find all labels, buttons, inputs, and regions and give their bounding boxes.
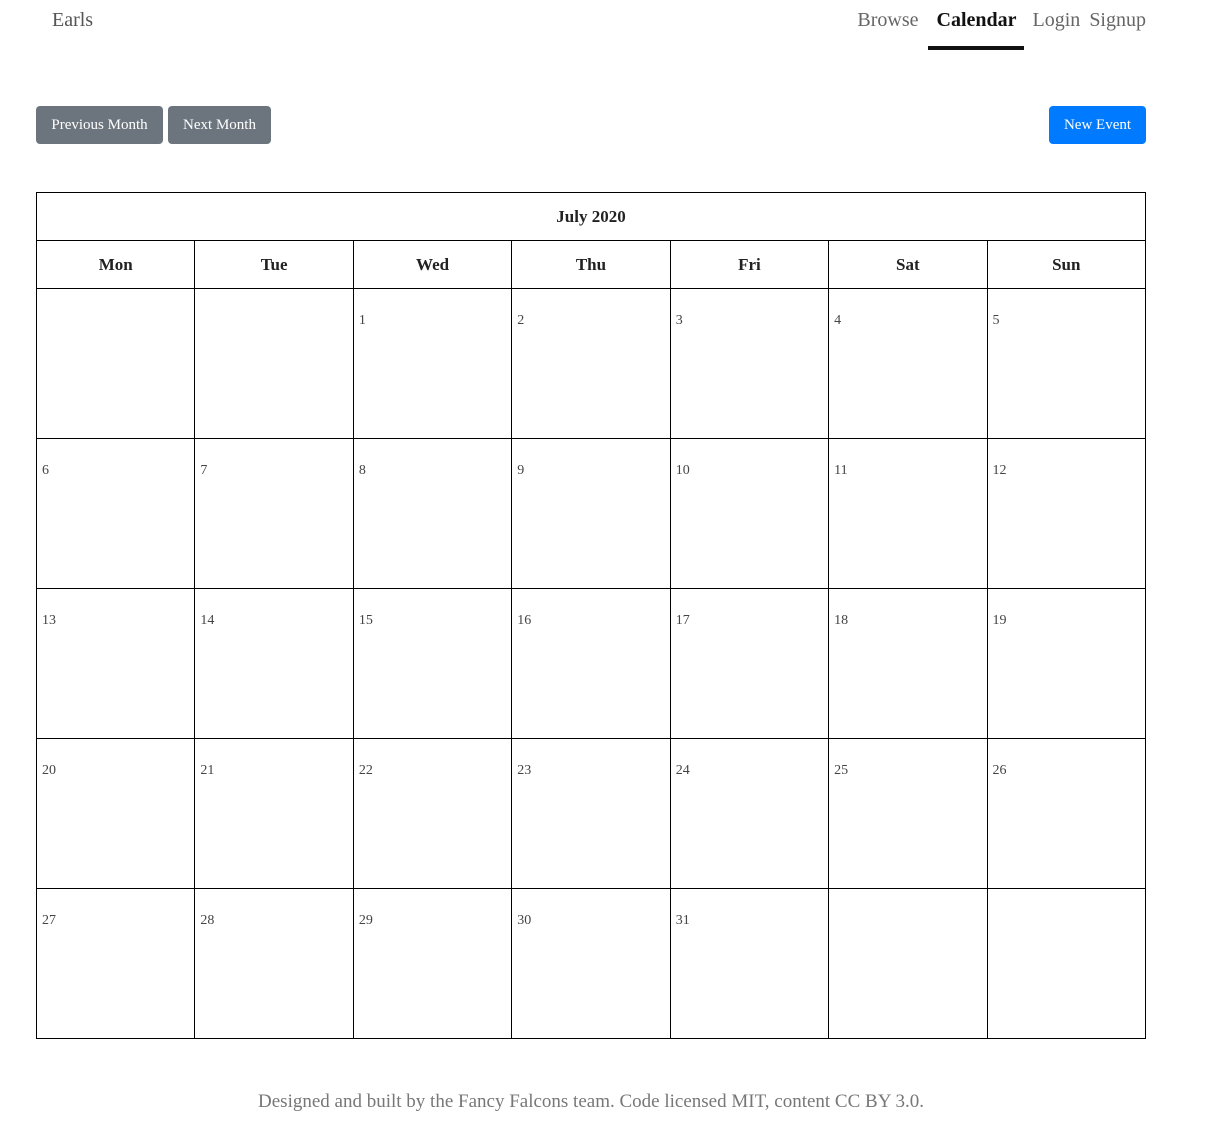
day-cell[interactable]: 3 bbox=[669, 288, 830, 439]
day-number: 7 bbox=[200, 463, 208, 478]
day-cell[interactable] bbox=[828, 888, 988, 1039]
day-number: 1 bbox=[358, 313, 366, 328]
nav-calendar[interactable]: Calendar bbox=[927, 9, 1024, 50]
day-cell[interactable]: 31 bbox=[669, 888, 830, 1039]
calendar-week-row: 6 7 8 9 10 11 12 bbox=[35, 438, 1147, 589]
next-month-button[interactable]: Next Month bbox=[168, 106, 271, 144]
weekday-header-row: Mon Tue Wed Thu Fri Sat Sun bbox=[35, 240, 1147, 289]
weekday-header: Wed bbox=[352, 240, 513, 289]
day-number: 8 bbox=[358, 463, 366, 478]
day-cell[interactable]: 6 bbox=[35, 438, 196, 589]
day-number: 31 bbox=[675, 913, 690, 928]
calendar-week-row: 27 28 29 30 31 bbox=[35, 888, 1147, 1039]
day-number: 18 bbox=[834, 613, 849, 628]
day-cell[interactable]: 8 bbox=[352, 438, 513, 589]
day-cell[interactable]: 30 bbox=[511, 888, 671, 1039]
day-cell[interactable]: 19 bbox=[986, 588, 1147, 739]
day-cell[interactable]: 14 bbox=[194, 588, 354, 739]
day-cell[interactable]: 22 bbox=[352, 738, 513, 889]
weekday-header: Mon bbox=[35, 240, 196, 289]
top-nav: Browse Calendar Login Signup bbox=[857, 9, 1146, 50]
day-cell[interactable]: 16 bbox=[511, 588, 671, 739]
weekday-header: Sat bbox=[828, 240, 988, 289]
day-number: 22 bbox=[358, 763, 373, 778]
day-cell[interactable] bbox=[194, 288, 354, 439]
day-number: 3 bbox=[675, 313, 683, 328]
day-cell[interactable]: 11 bbox=[828, 438, 988, 589]
weekday-header: Sun bbox=[986, 240, 1147, 289]
day-number: 21 bbox=[200, 763, 215, 778]
day-number: 29 bbox=[358, 913, 373, 928]
day-number: 19 bbox=[992, 613, 1007, 628]
day-number bbox=[988, 889, 1145, 913]
day-cell[interactable]: 26 bbox=[986, 738, 1147, 889]
day-cell[interactable]: 4 bbox=[828, 288, 988, 439]
calendar-grid: July 2020 Mon Tue Wed Thu Fri Sat Sun 1 … bbox=[35, 192, 1147, 1039]
day-cell[interactable]: 28 bbox=[194, 888, 354, 1039]
day-cell[interactable]: 29 bbox=[352, 888, 513, 1039]
day-number: 14 bbox=[200, 613, 215, 628]
day-cell[interactable]: 25 bbox=[828, 738, 988, 889]
day-number: 25 bbox=[834, 763, 849, 778]
previous-month-button[interactable]: Previous Month bbox=[36, 106, 163, 144]
day-number: 30 bbox=[517, 913, 532, 928]
day-number: 5 bbox=[992, 313, 1000, 328]
day-cell[interactable]: 12 bbox=[986, 438, 1147, 589]
day-cell[interactable] bbox=[35, 288, 196, 439]
weekday-header: Thu bbox=[511, 240, 671, 289]
day-number: 10 bbox=[675, 463, 690, 478]
day-number: 16 bbox=[517, 613, 532, 628]
day-cell[interactable]: 7 bbox=[194, 438, 354, 589]
day-cell[interactable]: 9 bbox=[511, 438, 671, 589]
day-cell[interactable]: 18 bbox=[828, 588, 988, 739]
day-cell[interactable] bbox=[986, 888, 1147, 1039]
day-number: 9 bbox=[517, 463, 525, 478]
day-cell[interactable]: 13 bbox=[35, 588, 196, 739]
day-cell[interactable]: 2 bbox=[511, 288, 671, 439]
day-number bbox=[37, 289, 194, 313]
day-number: 11 bbox=[834, 463, 848, 478]
day-cell[interactable]: 21 bbox=[194, 738, 354, 889]
day-number: 20 bbox=[42, 763, 56, 778]
day-number: 13 bbox=[42, 613, 56, 628]
day-number: 4 bbox=[834, 313, 842, 328]
weekday-header: Tue bbox=[194, 240, 354, 289]
weekday-header: Fri bbox=[669, 240, 830, 289]
nav-signup[interactable]: Signup bbox=[1089, 9, 1146, 46]
day-cell[interactable]: 17 bbox=[669, 588, 830, 739]
footer-credits: Designed and built by the Fancy Falcons … bbox=[258, 1091, 924, 1112]
day-cell[interactable]: 10 bbox=[669, 438, 830, 589]
brand-logo[interactable]: Earls bbox=[52, 9, 93, 32]
day-number: 6 bbox=[42, 463, 49, 478]
day-number: 26 bbox=[992, 763, 1007, 778]
new-event-button[interactable]: New Event bbox=[1049, 106, 1146, 144]
day-number bbox=[195, 289, 352, 313]
day-number: 2 bbox=[517, 313, 525, 328]
day-number bbox=[829, 889, 986, 913]
day-cell[interactable]: 15 bbox=[352, 588, 513, 739]
page: Earls Browse Calendar Login Signup Previ… bbox=[0, 0, 1216, 1122]
day-cell[interactable]: 5 bbox=[986, 288, 1147, 439]
calendar-week-row: 20 21 22 23 24 25 26 bbox=[35, 738, 1147, 889]
day-number: 23 bbox=[517, 763, 532, 778]
day-cell[interactable]: 24 bbox=[669, 738, 830, 889]
nav-browse[interactable]: Browse bbox=[857, 9, 918, 46]
day-cell[interactable]: 23 bbox=[511, 738, 671, 889]
day-number: 28 bbox=[200, 913, 215, 928]
nav-login[interactable]: Login bbox=[1033, 9, 1081, 46]
day-number: 12 bbox=[992, 463, 1007, 478]
day-number: 27 bbox=[42, 913, 56, 928]
calendar-week-row: 1 2 3 4 5 bbox=[35, 288, 1147, 439]
calendar-month-title: July 2020 bbox=[36, 192, 1146, 241]
day-cell[interactable]: 20 bbox=[35, 738, 196, 889]
day-number: 17 bbox=[675, 613, 690, 628]
day-number: 15 bbox=[358, 613, 373, 628]
day-cell[interactable]: 27 bbox=[35, 888, 196, 1039]
day-number: 24 bbox=[675, 763, 690, 778]
day-cell[interactable]: 1 bbox=[352, 288, 513, 439]
calendar-week-row: 13 14 15 16 17 18 19 bbox=[35, 588, 1147, 739]
